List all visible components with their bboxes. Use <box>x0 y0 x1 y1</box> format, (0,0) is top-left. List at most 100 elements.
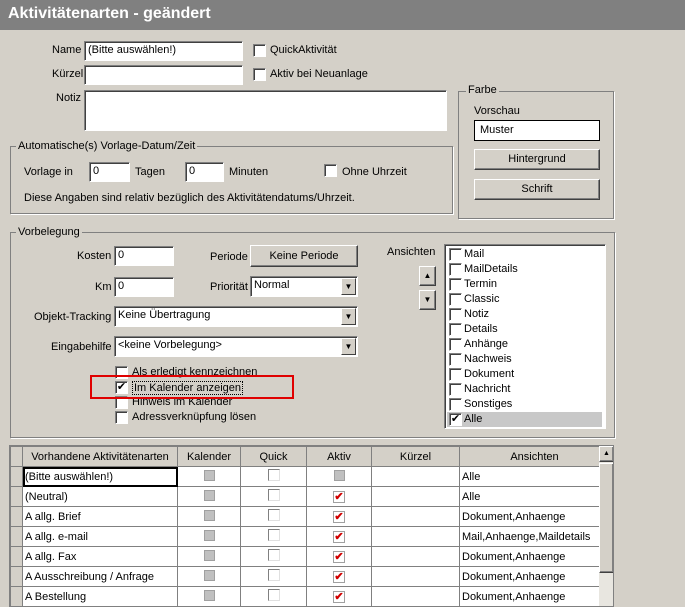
cell-quick[interactable] <box>240 586 307 606</box>
cell-kuerzel[interactable] <box>371 566 460 587</box>
cell-ansichten[interactable]: Alle <box>459 486 610 507</box>
cell-quick[interactable] <box>240 526 307 547</box>
cell-kuerzel[interactable] <box>371 506 460 527</box>
list-item[interactable]: ✔ Alle <box>447 412 602 427</box>
ansicht-checkbox[interactable] <box>449 248 462 261</box>
table-row[interactable]: (Neutral) ✔ Alle <box>10 486 610 507</box>
cell-kuerzel[interactable] <box>371 546 460 567</box>
ansicht-checkbox[interactable]: ✔ <box>449 413 462 426</box>
checkbox-icon[interactable] <box>203 509 215 521</box>
periode-button[interactable]: Keine Periode <box>250 245 358 267</box>
cell-ansichten[interactable]: Dokument,Anhaenge <box>459 546 610 567</box>
cell-ansichten[interactable]: Dokument,Anhaenge <box>459 566 610 587</box>
hintergrund-button[interactable]: Hintergrund <box>474 149 600 170</box>
row-header[interactable] <box>10 566 23 587</box>
cell-ansichten[interactable]: Dokument,Anhaenge <box>459 506 610 527</box>
notiz-textarea[interactable] <box>84 90 447 131</box>
prioritaet-select[interactable]: Normal ▼ <box>250 276 358 297</box>
checkbox-icon[interactable] <box>267 469 280 481</box>
row-header[interactable] <box>10 526 23 547</box>
objekt-select[interactable]: Keine Übertragung ▼ <box>114 306 358 327</box>
kosten-input[interactable]: 0 <box>114 246 174 266</box>
ansicht-checkbox[interactable] <box>449 398 462 411</box>
cell-kalender[interactable] <box>177 546 241 567</box>
row-header[interactable] <box>10 546 23 567</box>
cell-aktiv[interactable]: ✔ <box>306 586 372 606</box>
row-header[interactable] <box>10 586 23 606</box>
checkbox-icon[interactable] <box>267 529 280 541</box>
ansichten-list[interactable]: Mail MailDetails Termin Classic Notiz De… <box>444 244 606 429</box>
checkmark-icon[interactable]: ✔ <box>333 570 345 583</box>
move-up-button[interactable]: ▲ <box>419 266 436 286</box>
table-scrollbar[interactable]: ▲ <box>599 446 613 606</box>
list-item[interactable]: Classic <box>447 292 602 307</box>
checkbox-icon[interactable] <box>267 569 280 581</box>
cell-aktiv[interactable]: ✔ <box>306 566 372 587</box>
ansicht-checkbox[interactable] <box>449 383 462 396</box>
chevron-down-icon[interactable]: ▼ <box>341 308 356 325</box>
option-adresse-checkbox[interactable] <box>115 411 128 424</box>
checkbox-icon[interactable] <box>267 509 280 521</box>
chevron-down-icon[interactable]: ▼ <box>341 278 356 295</box>
table-row[interactable]: A allg. e-mail ✔ Mail,Anhaenge,Maildetai… <box>10 526 610 547</box>
scroll-up-icon[interactable]: ▲ <box>599 446 613 462</box>
checkbox-icon[interactable] <box>333 469 345 481</box>
cell-name[interactable]: (Neutral) <box>22 486 178 507</box>
checkmark-icon[interactable]: ✔ <box>333 550 345 563</box>
scroll-thumb[interactable] <box>599 463 613 573</box>
list-item[interactable]: Nachweis <box>447 352 602 367</box>
ansicht-checkbox[interactable] <box>449 323 462 336</box>
cell-kalender[interactable] <box>177 526 241 547</box>
list-item[interactable]: Dokument <box>447 367 602 382</box>
checkbox-icon[interactable] <box>203 569 215 581</box>
col-header-quick[interactable]: Quick <box>240 446 307 467</box>
cell-quick[interactable] <box>240 506 307 527</box>
list-item[interactable]: Termin <box>447 277 602 292</box>
aktiv-checkbox[interactable] <box>253 68 266 81</box>
list-item[interactable]: Notiz <box>447 307 602 322</box>
table-row[interactable]: A Ausschreibung / Anfrage ✔ Dokument,Anh… <box>10 566 610 587</box>
cell-quick[interactable] <box>240 546 307 567</box>
cell-quick[interactable] <box>240 486 307 507</box>
eingabe-select[interactable]: <keine Vorbelegung> ▼ <box>114 336 358 357</box>
cell-ansichten[interactable]: Alle <box>459 466 610 487</box>
checkbox-icon[interactable] <box>203 529 215 541</box>
cell-kuerzel[interactable] <box>371 586 460 606</box>
table-row[interactable]: A allg. Fax ✔ Dokument,Anhaenge <box>10 546 610 567</box>
schrift-button[interactable]: Schrift <box>474 179 600 200</box>
ansicht-checkbox[interactable] <box>449 368 462 381</box>
cell-name[interactable]: A Ausschreibung / Anfrage <box>22 566 178 587</box>
table-row[interactable]: A Bestellung ✔ Dokument,Anhaenge <box>10 586 610 606</box>
cell-name[interactable]: (Bitte auswählen!) <box>22 466 178 487</box>
km-input[interactable]: 0 <box>114 277 174 297</box>
quick-checkbox[interactable] <box>253 44 266 57</box>
checkmark-icon[interactable]: ✔ <box>333 490 345 503</box>
checkbox-icon[interactable] <box>203 589 215 601</box>
tage-input[interactable]: 0 <box>89 162 130 182</box>
checkbox-icon[interactable] <box>203 489 215 501</box>
ansicht-checkbox[interactable] <box>449 278 462 291</box>
move-down-button[interactable]: ▼ <box>419 290 436 310</box>
list-item[interactable]: Nachricht <box>447 382 602 397</box>
cell-quick[interactable] <box>240 566 307 587</box>
cell-aktiv[interactable]: ✔ <box>306 506 372 527</box>
checkmark-icon[interactable]: ✔ <box>333 590 345 603</box>
cell-name[interactable]: A allg. Fax <box>22 546 178 567</box>
cell-kuerzel[interactable] <box>371 526 460 547</box>
table-row[interactable]: A allg. Brief ✔ Dokument,Anhaenge <box>10 506 610 527</box>
list-item[interactable]: Details <box>447 322 602 337</box>
cell-aktiv[interactable]: ✔ <box>306 526 372 547</box>
cell-aktiv[interactable]: ✔ <box>306 486 372 507</box>
chevron-down-icon[interactable]: ▼ <box>341 338 356 355</box>
checkbox-icon[interactable] <box>267 489 280 501</box>
col-header-name[interactable]: Vorhandene Aktivitätenarten <box>22 446 178 467</box>
ansicht-checkbox[interactable] <box>449 308 462 321</box>
col-header-aktiv[interactable]: Aktiv <box>306 446 372 467</box>
checkbox-icon[interactable] <box>267 549 280 561</box>
cell-kuerzel[interactable] <box>371 486 460 507</box>
cell-ansichten[interactable]: Mail,Anhaenge,Maildetails <box>459 526 610 547</box>
list-item[interactable]: Mail <box>447 247 602 262</box>
ansicht-checkbox[interactable] <box>449 338 462 351</box>
cell-kalender[interactable] <box>177 466 241 487</box>
checkmark-icon[interactable]: ✔ <box>333 510 345 523</box>
